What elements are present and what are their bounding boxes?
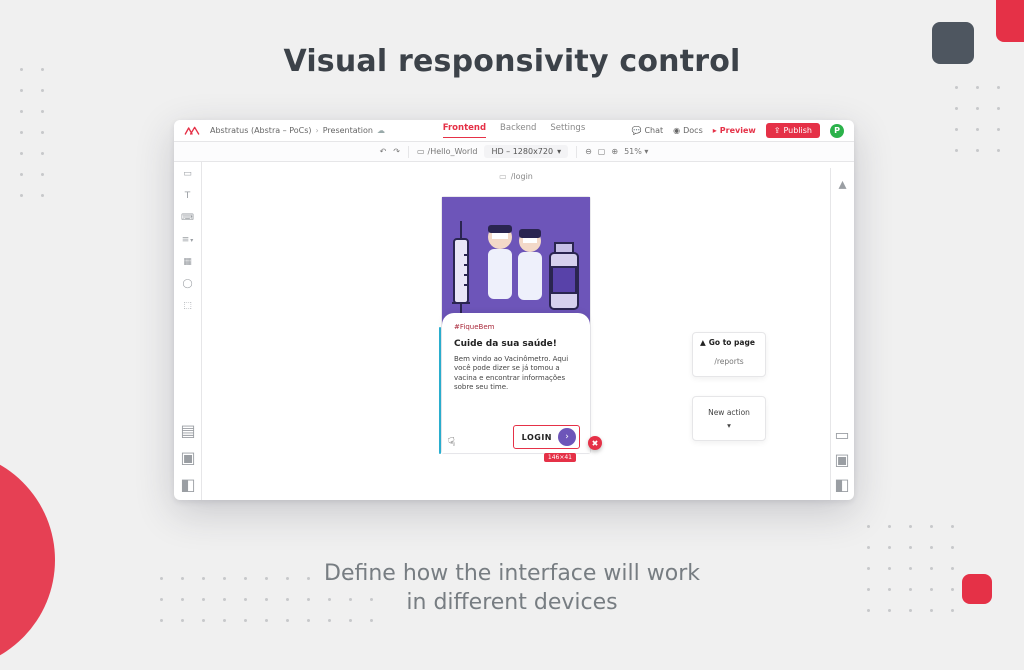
- action-panel-title: Go to page: [709, 338, 755, 347]
- toolbar-divider: [408, 146, 409, 158]
- page-frame-icon: ▭: [417, 147, 425, 156]
- panel-c-icon[interactable]: ◧: [834, 475, 849, 494]
- zoom-in-icon[interactable]: ⊕: [611, 147, 618, 156]
- chat-icon: 💬: [631, 126, 641, 135]
- decor-square-red-top: [996, 0, 1024, 42]
- new-action-label: New action: [700, 408, 758, 417]
- hero-subtitle-line2: in different devices: [406, 590, 617, 615]
- chevron-down-icon: ▾: [557, 147, 561, 156]
- alignment-guide: [439, 327, 441, 454]
- pointer-cursor-icon: ☟: [447, 435, 456, 450]
- chevron-down-icon: ▾: [700, 421, 758, 430]
- hero-title: Visual responsivity control: [0, 44, 1024, 79]
- topbar: Abstratus (Abstra – PoCs) › Presentation…: [174, 120, 854, 142]
- tool-rectangle-icon[interactable]: ▭: [182, 168, 194, 180]
- tool-component-icon[interactable]: ⬚: [182, 300, 194, 312]
- decor-dots-tr: [955, 86, 1000, 152]
- login-button[interactable]: LOGIN ›: [513, 425, 580, 449]
- hashtag-text: #FiqueBem: [454, 323, 578, 331]
- tool-image-icon[interactable]: ▦: [182, 256, 194, 268]
- action-panel-value: /reports: [700, 357, 758, 366]
- panel-a-icon[interactable]: ▭: [834, 425, 849, 444]
- user-avatar[interactable]: P: [830, 124, 844, 138]
- docs-link[interactable]: ◉Docs: [673, 126, 703, 135]
- app-window: Abstratus (Abstra – PoCs) › Presentation…: [174, 120, 854, 500]
- docs-label: Docs: [683, 126, 703, 135]
- undo-icon[interactable]: ↶: [380, 147, 387, 156]
- upload-icon: ⇪: [774, 126, 781, 135]
- zoom-fit-icon[interactable]: ▢: [598, 147, 606, 156]
- panel-b-icon[interactable]: ▣: [834, 450, 849, 469]
- book-icon: ◉: [673, 126, 680, 135]
- tool-collection-icon[interactable]: ≡▾: [182, 234, 194, 246]
- chat-link[interactable]: 💬Chat: [631, 126, 663, 135]
- tab-backend[interactable]: Backend: [500, 123, 536, 138]
- action-panel-new[interactable]: New action ▾: [692, 396, 766, 441]
- canvas-toolbar: ↶ ↷ ▭ /Hello_World HD – 1280x720▾ ⊖ ▢ ⊕ …: [174, 142, 854, 162]
- hero-subtitle: Define how the interface will work in di…: [0, 559, 1024, 618]
- tab-frontend[interactable]: Frontend: [443, 123, 486, 138]
- tool-layers-icon[interactable]: ▤: [180, 421, 195, 440]
- chat-label: Chat: [644, 126, 663, 135]
- canvas-page-label[interactable]: /login: [499, 172, 533, 181]
- mobile-frame[interactable]: #FiqueBem Cuide da sua saúde! Bem vindo …: [441, 196, 591, 454]
- tool-button-icon[interactable]: ◯: [182, 278, 194, 290]
- right-rail-bottom: ▭ ▣ ◧: [830, 425, 854, 494]
- resolution-select[interactable]: HD – 1280x720 ▾: [484, 145, 568, 158]
- play-icon: ▸: [713, 126, 717, 135]
- arrow-right-icon: ›: [558, 428, 576, 446]
- tool-text-icon[interactable]: T: [182, 190, 194, 202]
- decor-dots-tl: [20, 68, 44, 197]
- redo-icon[interactable]: ↷: [393, 147, 400, 156]
- breadcrumb-project[interactable]: Abstratus (Abstra – PoCs): [210, 126, 312, 135]
- login-label: LOGIN: [522, 433, 552, 442]
- triangle-up-icon: ▲: [700, 338, 706, 347]
- zoom-out-icon[interactable]: ⊖: [585, 147, 592, 156]
- route-path[interactable]: /Hello_World: [428, 147, 478, 156]
- tool-assets-icon[interactable]: ▣: [180, 448, 195, 467]
- size-badge: 146×41: [544, 453, 576, 462]
- breadcrumb-separator: ›: [316, 126, 319, 135]
- toolbar-divider: [576, 146, 577, 158]
- preview-link[interactable]: ▸Preview: [713, 126, 756, 135]
- card-body: Bem vindo ao Vacinômetro. Aqui você pode…: [454, 355, 578, 393]
- left-rail-bottom: ▤ ▣ ◧: [174, 421, 202, 494]
- top-actions: 💬Chat ◉Docs ▸Preview ⇪Publish P: [631, 123, 844, 138]
- hero-illustration: [442, 197, 590, 325]
- resolution-value: HD – 1280x720: [491, 147, 553, 156]
- action-panel-goto[interactable]: ▲Go to page /reports: [692, 332, 766, 377]
- brand-logo-icon: [184, 126, 200, 136]
- tab-settings[interactable]: Settings: [550, 123, 585, 138]
- zoom-value[interactable]: 51% ▾: [624, 147, 648, 156]
- content-card: #FiqueBem Cuide da sua saúde! Bem vindo …: [442, 313, 590, 453]
- tool-input-icon[interactable]: ⌨: [182, 212, 194, 224]
- zoom-value-label: 51%: [624, 147, 642, 156]
- hero-subtitle-line1: Define how the interface will work: [324, 561, 700, 586]
- expand-panel-icon[interactable]: ▴: [838, 174, 846, 193]
- chevron-down-icon: ▾: [644, 147, 648, 156]
- publish-label: Publish: [783, 126, 812, 135]
- publish-button[interactable]: ⇪Publish: [766, 123, 820, 138]
- tool-styles-icon[interactable]: ◧: [180, 475, 195, 494]
- preview-label: Preview: [720, 126, 756, 135]
- cloud-sync-icon: ☁: [377, 126, 385, 135]
- card-heading: Cuide da sua saúde!: [454, 339, 578, 349]
- breadcrumb: Abstratus (Abstra – PoCs) › Presentation…: [210, 126, 385, 135]
- delete-element-icon[interactable]: ✖: [588, 436, 602, 450]
- design-canvas[interactable]: /login: [202, 162, 830, 500]
- breadcrumb-page[interactable]: Presentation: [323, 126, 373, 135]
